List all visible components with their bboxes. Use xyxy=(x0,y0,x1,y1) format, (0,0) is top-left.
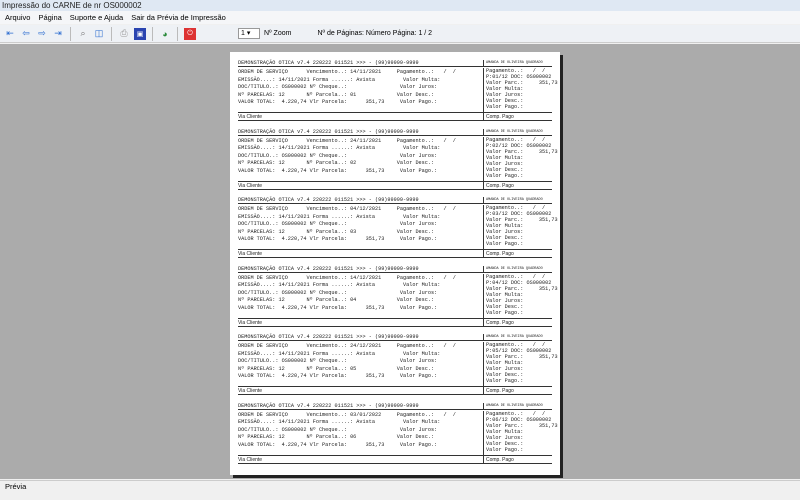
coupon-client: AMANDA DE OLIVEIRA QUADRADO xyxy=(483,128,543,136)
menu-bar: Arquivo Página Suporte e Ajuda Sair da P… xyxy=(0,11,800,24)
carne-coupon: DEMONSTRAÇÃO OTICA v7.4 220222 011521 >>… xyxy=(238,402,558,471)
coupon-client: AMANDA DE OLIVEIRA QUADRADO xyxy=(483,334,543,341)
comp-pago: Comp. Pago xyxy=(483,455,514,464)
coupon-company: DEMONSTRAÇÃO OTICA v7.4 220222 011521 >>… xyxy=(238,402,419,409)
coupon-footer: Via Cliente Comp. Pago xyxy=(238,386,552,395)
coupon-company: DEMONSTRAÇÃO OTICA v7.4 220222 011521 >>… xyxy=(238,128,419,135)
coupon-header: DEMONSTRAÇÃO OTICA v7.4 220222 011521 >>… xyxy=(238,402,552,410)
comp-pago: Comp. Pago xyxy=(483,181,514,190)
coupon-details: ORDEM DE SERVIÇO Vencimento..: 14/12/202… xyxy=(238,274,456,311)
coupon-stub: Pagamento..: / / P:03/12 DOC: OS000002 V… xyxy=(483,205,558,250)
via-cliente: Via Cliente xyxy=(238,388,263,394)
coupon-header: DEMONSTRAÇÃO OTICA v7.4 220222 011521 >>… xyxy=(238,334,552,341)
coupon-header: DEMONSTRAÇÃO OTICA v7.4 220222 011521 >>… xyxy=(238,265,552,273)
toolbar: ⇤ ⇦ ⇨ ⇥ ⌕ ◫ ⎙ ▣ ◕ ⏻ 1 ▾ Nº Zoom Nº de Pá… xyxy=(0,25,800,43)
coupon-header: DEMONSTRAÇÃO OTICA v7.4 220222 011521 >>… xyxy=(238,60,552,67)
two-pages-icon[interactable]: ◫ xyxy=(93,28,105,40)
setup-icon[interactable]: ▣ xyxy=(134,27,146,40)
menu-arquivo[interactable]: Arquivo xyxy=(5,11,30,24)
preview-area: DEMONSTRAÇÃO OTICA v7.4 220222 011521 >>… xyxy=(0,44,800,479)
coupon-company: DEMONSTRAÇÃO OTICA v7.4 220222 011521 >>… xyxy=(238,60,419,66)
menu-pagina[interactable]: Página xyxy=(38,11,61,24)
status-bar: Prévia xyxy=(0,480,800,500)
separator xyxy=(177,26,178,41)
separator xyxy=(152,26,153,41)
print-icon[interactable]: ⎙ xyxy=(118,28,130,40)
coupon-stub: Pagamento..: / / P:04/12 DOC: OS000002 V… xyxy=(483,273,558,319)
via-cliente: Via Cliente xyxy=(238,319,263,326)
first-page-icon[interactable]: ⇤ xyxy=(4,28,16,40)
via-cliente: Via Cliente xyxy=(238,114,263,120)
comp-pago: Comp. Pago xyxy=(483,113,514,121)
zoom-select[interactable]: 1 ▾ xyxy=(238,28,260,39)
zoom-label: Nº Zoom xyxy=(264,30,292,37)
carne-coupon: DEMONSTRAÇÃO OTICA v7.4 220222 011521 >>… xyxy=(238,334,558,402)
coupon-footer: Via Cliente Comp. Pago xyxy=(238,249,552,258)
coupon-client: AMANDA DE OLIVEIRA QUADRADO xyxy=(483,197,543,204)
coupon-client: AMANDA DE OLIVEIRA QUADRADO xyxy=(483,402,543,410)
last-page-icon[interactable]: ⇥ xyxy=(52,28,64,40)
menu-suporte[interactable]: Suporte e Ajuda xyxy=(70,11,123,24)
coupon-stub: Pagamento..: / / P:01/12 DOC: OS000002 V… xyxy=(483,68,558,113)
comp-pago: Comp. Pago xyxy=(483,318,514,327)
coupon-client: AMANDA DE OLIVEIRA QUADRADO xyxy=(483,60,543,67)
window-title: Impressão do CARNE de nr OS000002 xyxy=(0,0,800,11)
next-page-icon[interactable]: ⇨ xyxy=(36,28,48,40)
separator xyxy=(70,26,71,41)
carne-coupon: DEMONSTRAÇÃO OTICA v7.4 220222 011521 >>… xyxy=(238,265,558,334)
coupon-stub: Pagamento..: / / P:06/12 DOC: OS000002 V… xyxy=(483,410,558,456)
coupon-details: ORDEM DE SERVIÇO Vencimento..: 14/11/202… xyxy=(238,69,456,105)
coupon-stub: Pagamento..: / / P:02/12 DOC: OS000002 V… xyxy=(483,136,558,182)
coupon-header: DEMONSTRAÇÃO OTICA v7.4 220222 011521 >>… xyxy=(238,128,552,136)
coupon-header: DEMONSTRAÇÃO OTICA v7.4 220222 011521 >>… xyxy=(238,197,552,204)
coupon-details: ORDEM DE SERVIÇO Vencimento..: 03/01/202… xyxy=(238,411,456,448)
export-icon[interactable]: ◕ xyxy=(159,28,171,40)
close-preview-icon[interactable]: ⏻ xyxy=(184,27,196,40)
carne-coupon: DEMONSTRAÇÃO OTICA v7.4 220222 011521 >>… xyxy=(238,60,558,128)
coupon-footer: Via Cliente Comp. Pago xyxy=(238,112,552,121)
coupon-footer: Via Cliente Comp. Pago xyxy=(238,180,552,190)
pages-label: Nº de Páginas: Número Página: 1 / 2 xyxy=(317,30,433,37)
coupon-company: DEMONSTRAÇÃO OTICA v7.4 220222 011521 >>… xyxy=(238,197,419,203)
separator xyxy=(111,26,112,41)
via-cliente: Via Cliente xyxy=(238,251,263,257)
zoom-icon[interactable]: ⌕ xyxy=(77,28,89,40)
carne-coupon: DEMONSTRAÇÃO OTICA v7.4 220222 011521 >>… xyxy=(238,197,558,265)
coupon-details: ORDEM DE SERVIÇO Vencimento..: 24/11/202… xyxy=(238,137,456,174)
menu-sair-previa[interactable]: Sair da Prévia de Impressão xyxy=(131,11,226,24)
coupon-details: ORDEM DE SERVIÇO Vencimento..: 24/12/202… xyxy=(238,343,456,379)
comp-pago: Comp. Pago xyxy=(483,250,514,258)
zoom-value: 1 xyxy=(241,30,245,37)
previous-page-icon[interactable]: ⇦ xyxy=(20,28,32,40)
coupon-client: AMANDA DE OLIVEIRA QUADRADO xyxy=(483,265,543,273)
coupon-company: DEMONSTRAÇÃO OTICA v7.4 220222 011521 >>… xyxy=(238,334,419,340)
coupon-details: ORDEM DE SERVIÇO Vencimento..: 04/12/202… xyxy=(238,206,456,242)
coupon-company: DEMONSTRAÇÃO OTICA v7.4 220222 011521 >>… xyxy=(238,265,419,272)
via-cliente: Via Cliente xyxy=(238,456,263,463)
coupon-footer: Via Cliente Comp. Pago xyxy=(238,317,552,327)
coupon-stub: Pagamento..: / / P:05/12 DOC: OS000002 V… xyxy=(483,342,558,387)
carne-coupon: DEMONSTRAÇÃO OTICA v7.4 220222 011521 >>… xyxy=(238,128,558,197)
preview-page: DEMONSTRAÇÃO OTICA v7.4 220222 011521 >>… xyxy=(230,52,560,475)
comp-pago: Comp. Pago xyxy=(483,387,514,395)
via-cliente: Via Cliente xyxy=(238,182,263,189)
coupon-footer: Via Cliente Comp. Pago xyxy=(238,454,552,464)
